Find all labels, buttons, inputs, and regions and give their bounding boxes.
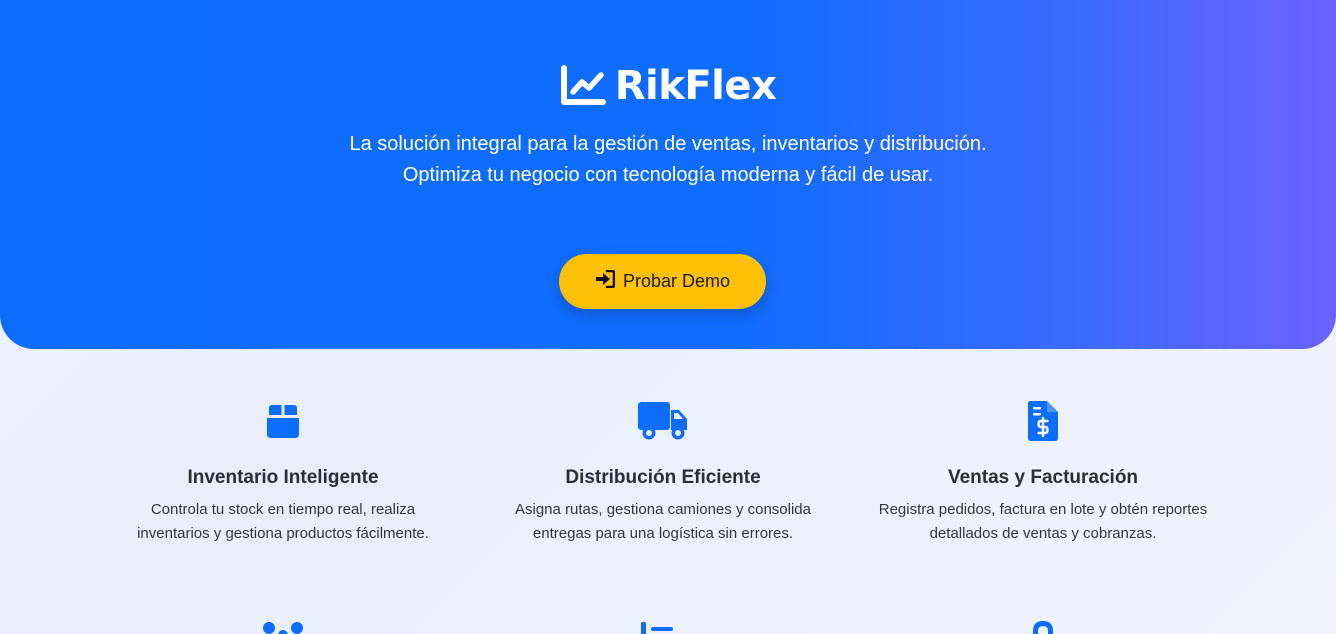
invoice-dollar-icon — [853, 399, 1233, 443]
truck-icon — [473, 399, 853, 443]
feature-description: Registra pedidos, factura en lote y obté… — [878, 501, 1208, 542]
brand: RikFlex — [0, 62, 1336, 110]
sign-in-icon — [595, 269, 616, 293]
hero-section: RikFlex La solución integral para la ges… — [0, 0, 1336, 349]
brand-name: RikFlex — [614, 63, 777, 109]
feature-description: Asigna rutas, gestiona camiones y consol… — [514, 501, 811, 542]
users-icon — [262, 617, 304, 634]
feature-title: Ventas y Facturación — [947, 467, 1139, 488]
tagline-line-2: Optimiza tu negocio con tecnología moder… — [402, 164, 934, 186]
map-pin-icon — [1031, 617, 1055, 634]
list-icon — [641, 617, 677, 634]
feature-title: Distribución Eficiente — [565, 467, 761, 488]
chart-line-icon — [560, 65, 606, 107]
box-icon — [93, 399, 473, 443]
feature-description: Controla tu stock en tiempo real, realiz… — [137, 501, 429, 542]
demo-button-label: Probar Demo — [622, 271, 731, 291]
feature-title: Inventario Inteligente — [187, 467, 379, 488]
tagline-line-1: La solución integral para la gestión de … — [349, 133, 987, 155]
demo-button[interactable]: Probar Demo — [559, 254, 766, 309]
